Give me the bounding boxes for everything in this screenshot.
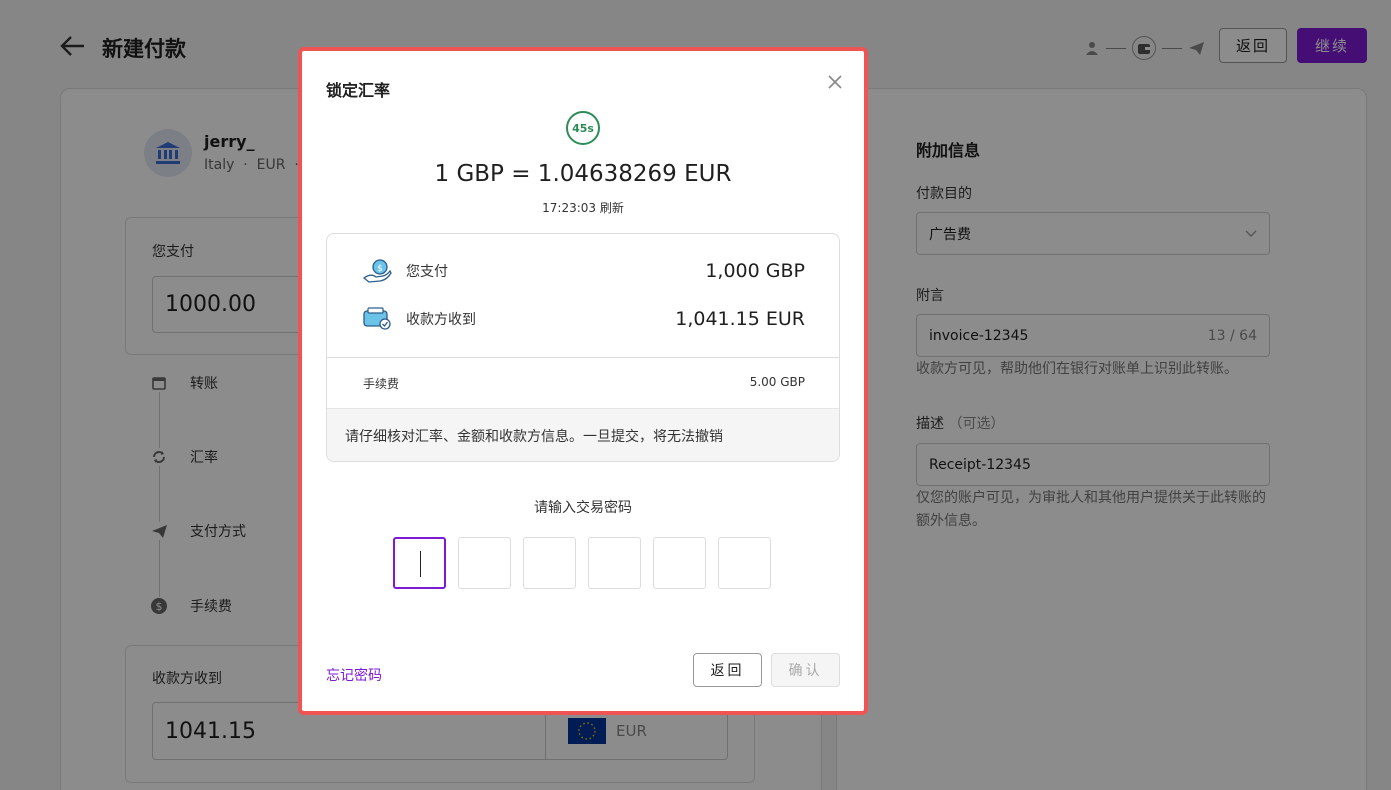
payment-summary: $ 您支付 1,000 GBP 收款方收到 1,041.15 EUR 手续费 5… [326, 233, 840, 462]
password-input-group [393, 537, 771, 589]
exchange-rate: 1 GBP = 1.04638269 EUR [434, 161, 732, 187]
password-digit-6[interactable] [718, 537, 771, 589]
countdown-timer: 45s [566, 111, 600, 145]
close-icon[interactable] [826, 73, 844, 91]
wallet-received-icon [363, 307, 391, 330]
irreversible-notice: 请仔细核对汇率、金额和收款方信息。一旦提交，将无法撤销 [327, 408, 839, 461]
password-digit-1[interactable] [393, 537, 446, 589]
summary-you-pay-value: 1,000 GBP [705, 260, 805, 282]
password-digit-5[interactable] [653, 537, 706, 589]
password-digit-4[interactable] [588, 537, 641, 589]
refresh-time: 17:23:03 刷新 [542, 201, 624, 215]
fee-label: 手续费 [363, 377, 400, 391]
svg-text:$: $ [377, 264, 383, 274]
summary-recipient-label: 收款方收到 [406, 312, 476, 328]
modal-confirm-button[interactable]: 确认 [771, 653, 840, 687]
summary-divider [327, 357, 839, 358]
forgot-password-link[interactable]: 忘记密码 [326, 665, 382, 685]
fee-value: 5.00 GBP [749, 375, 805, 389]
summary-recipient-row: 收款方收到 1,041.15 EUR [363, 307, 805, 331]
summary-you-pay-label: 您支付 [406, 264, 448, 280]
modal-title: 锁定汇率 [326, 81, 391, 100]
summary-recipient-value: 1,041.15 EUR [675, 308, 805, 330]
modal-back-button[interactable]: 返回 [693, 653, 762, 687]
hand-coin-icon: $ [363, 259, 392, 283]
summary-fee-row: 手续费 5.00 GBP [363, 375, 805, 392]
password-prompt: 请输入交易密码 [534, 500, 632, 516]
password-digit-2[interactable] [458, 537, 511, 589]
summary-you-pay-row: $ 您支付 1,000 GBP [363, 258, 805, 284]
lock-rate-modal: 锁定汇率 45s 1 GBP = 1.04638269 EUR 17:23:03… [298, 47, 868, 715]
password-digit-3[interactable] [523, 537, 576, 589]
